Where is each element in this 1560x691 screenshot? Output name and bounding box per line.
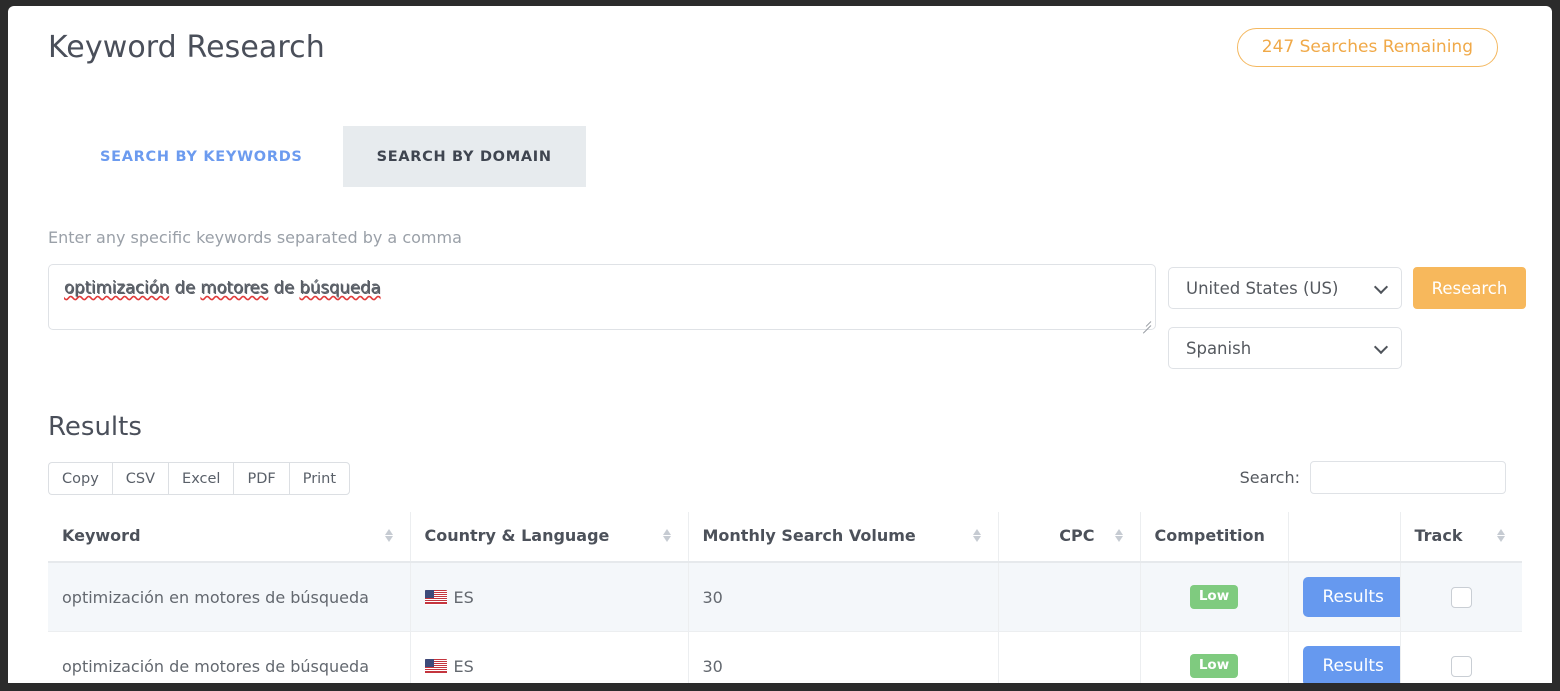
research-button[interactable]: Research: [1413, 267, 1526, 309]
us-flag-icon: [425, 590, 447, 605]
table-header-label: Monthly Search Volume: [703, 526, 916, 545]
page-content: Keyword Research 247 Searches Remaining …: [8, 6, 1552, 683]
table-header-label: Track: [1415, 526, 1463, 545]
cell-cpc: [998, 562, 1140, 632]
table-row: optimización en motores de búsqueda ES 30 L…: [48, 562, 1522, 632]
cell-keyword: optimización de motores de búsqueda: [48, 632, 410, 684]
cell-monthly-search-volume: 30: [688, 562, 998, 632]
track-checkbox[interactable]: [1451, 587, 1472, 608]
table-header-keyword[interactable]: Keyword: [48, 512, 410, 562]
table-header-country-language[interactable]: Country & Language: [410, 512, 688, 562]
competition-badge: Low: [1190, 585, 1238, 609]
language-code: ES: [454, 588, 474, 607]
table-header-monthly-search-volume[interactable]: Monthly Search Volume: [688, 512, 998, 562]
browser-frame: Keyword Research 247 Searches Remaining …: [0, 0, 1560, 691]
view-results-button[interactable]: Results: [1303, 577, 1401, 617]
cell-competition: Low: [1140, 632, 1288, 684]
table-header-competition[interactable]: Competition: [1140, 512, 1288, 562]
export-button-group: CopyCSVExcelPDFPrint: [48, 462, 350, 495]
cell-monthly-search-volume: 30: [688, 632, 998, 684]
cell-action: Results: [1288, 562, 1400, 632]
cell-competition: Low: [1140, 562, 1288, 632]
search-mode-tabs: SEARCH BY KEYWORDS SEARCH BY DOMAIN: [48, 126, 586, 187]
results-table-head: Keyword Country & Language Monthly Search …: [48, 512, 1522, 562]
export-button-copy[interactable]: Copy: [48, 462, 112, 495]
table-search-label: Search:: [1240, 468, 1300, 487]
table-header-label: Country & Language: [425, 526, 610, 545]
export-button-csv[interactable]: CSV: [112, 462, 168, 495]
results-heading: Results: [48, 412, 142, 442]
cell-track: [1400, 562, 1522, 632]
cell-track: [1400, 632, 1522, 684]
table-header-label: Competition: [1155, 526, 1265, 545]
sort-icon[interactable]: [973, 528, 984, 543]
export-button-excel[interactable]: Excel: [168, 462, 233, 495]
track-checkbox[interactable]: [1451, 656, 1472, 677]
keywords-input[interactable]: [48, 264, 1156, 330]
export-button-pdf[interactable]: PDF: [233, 462, 288, 495]
sort-icon[interactable]: [1497, 528, 1508, 543]
table-header-row: Keyword Country & Language Monthly Search …: [48, 512, 1522, 562]
cell-action: Results: [1288, 632, 1400, 684]
sort-icon[interactable]: [663, 528, 674, 543]
results-table: Keyword Country & Language Monthly Search …: [48, 512, 1522, 683]
cell-cpc: [998, 632, 1140, 684]
language-code: ES: [454, 657, 474, 676]
searches-remaining-badge: 247 Searches Remaining: [1237, 28, 1498, 67]
sort-icon[interactable]: [1115, 528, 1126, 543]
language-select[interactable]: Spanish: [1168, 327, 1402, 369]
table-row: optimización de motores de búsqueda ES 30 L…: [48, 632, 1522, 684]
view-results-button[interactable]: Results: [1303, 646, 1401, 683]
table-header-track[interactable]: Track: [1400, 512, 1522, 562]
table-header-label: Keyword: [62, 526, 141, 545]
us-flag-icon: [425, 659, 447, 674]
export-button-print[interactable]: Print: [289, 462, 350, 495]
keywords-hint-label: Enter any specific keywords separated by…: [48, 228, 462, 247]
sort-icon[interactable]: [385, 528, 396, 543]
results-table-body: optimización en motores de búsqueda ES 30 L…: [48, 562, 1522, 683]
table-header-actions: [1288, 512, 1400, 562]
table-search-input[interactable]: [1310, 461, 1506, 494]
cell-country-language: ES: [410, 632, 688, 684]
table-header-cpc[interactable]: CPC: [998, 512, 1140, 562]
competition-badge: Low: [1190, 654, 1238, 678]
tab-search-by-domain[interactable]: SEARCH BY DOMAIN: [343, 126, 586, 187]
page-title: Keyword Research: [48, 30, 325, 65]
tab-search-by-keywords[interactable]: SEARCH BY KEYWORDS: [48, 126, 343, 187]
country-select[interactable]: United States (US): [1168, 267, 1402, 309]
cell-country-language: ES: [410, 562, 688, 632]
table-header-label: CPC: [1059, 526, 1094, 545]
table-search-group: Search:: [1240, 461, 1506, 494]
cell-keyword: optimización en motores de búsqueda: [48, 562, 410, 632]
